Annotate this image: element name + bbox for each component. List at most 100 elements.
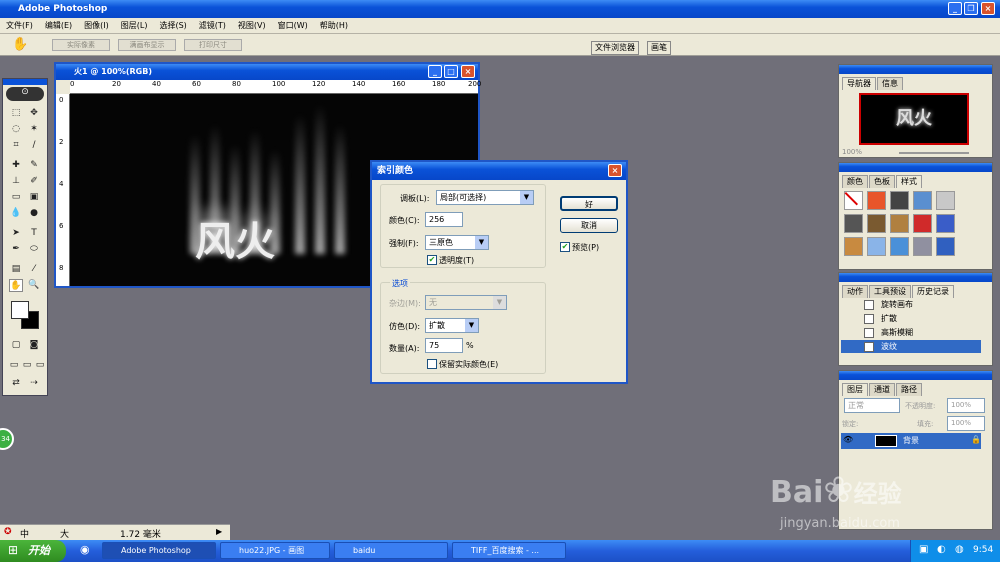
imageready-icon[interactable]: ⇄ xyxy=(9,377,23,390)
doc-close-button[interactable]: × xyxy=(461,65,475,78)
style-swatch[interactable] xyxy=(867,237,886,256)
doc-minimize-button[interactable]: _ xyxy=(428,65,442,78)
transparency-checkbox[interactable]: ✔ xyxy=(427,255,437,265)
status-arrow-icon[interactable]: ▶ xyxy=(216,527,222,536)
path-select-icon[interactable]: ➤ xyxy=(9,227,23,240)
tab-actions[interactable]: 动作 xyxy=(842,285,868,298)
style-swatch[interactable] xyxy=(890,214,909,233)
style-swatch[interactable] xyxy=(844,214,863,233)
history-item[interactable]: 旋转画布 xyxy=(841,298,981,311)
type-tool-icon[interactable]: T xyxy=(27,227,41,240)
tab-layers[interactable]: 图层 xyxy=(842,383,868,396)
style-swatch[interactable] xyxy=(913,237,932,256)
tray-icon[interactable]: ▣ xyxy=(919,544,928,555)
tray-icon[interactable]: ◍ xyxy=(955,544,964,555)
ime-size[interactable]: 大 xyxy=(60,527,69,540)
eyedropper-icon[interactable]: ⁄ xyxy=(27,263,41,276)
style-swatch[interactable] xyxy=(936,191,955,210)
tab-info[interactable]: 信息 xyxy=(877,77,903,90)
panel-grip[interactable] xyxy=(839,65,992,74)
dither-select[interactable]: 扩散 ▼ xyxy=(425,318,479,333)
actual-pixels-button[interactable]: 实际像素 xyxy=(52,39,110,51)
style-swatch[interactable] xyxy=(890,191,909,210)
dodge-tool-icon[interactable]: ● xyxy=(27,207,41,220)
marquee-tool-icon[interactable]: ⬚ xyxy=(9,107,23,120)
ime-mode[interactable]: 中 xyxy=(20,527,29,540)
fit-screen-button[interactable]: 满画布显示 xyxy=(118,39,176,51)
restore-button[interactable]: ❐ xyxy=(964,2,978,15)
hand-tool-icon-box[interactable]: ✋ xyxy=(9,279,23,292)
matte-select[interactable]: 无 ▼ xyxy=(425,295,507,310)
style-swatch[interactable] xyxy=(867,214,886,233)
file-browser-tab[interactable]: 文件浏览器 xyxy=(591,41,639,55)
tab-navigator[interactable]: 导航器 xyxy=(842,77,876,90)
jump-icon[interactable]: ⇢ xyxy=(27,377,41,390)
tab-paths[interactable]: 路径 xyxy=(896,383,922,396)
opacity-input[interactable]: 100% xyxy=(947,398,985,413)
menu-view[interactable]: 视图(V) xyxy=(232,18,272,34)
stamp-tool-icon[interactable]: ⊥ xyxy=(9,175,23,188)
history-brush-icon[interactable]: ✐ xyxy=(27,175,41,188)
style-swatch[interactable] xyxy=(936,237,955,256)
style-swatch[interactable] xyxy=(867,191,886,210)
standard-mode-icon[interactable]: ▢ xyxy=(9,339,23,352)
task-folder[interactable]: baidu xyxy=(334,542,448,559)
panel-grip[interactable] xyxy=(839,273,992,282)
eraser-tool-icon[interactable]: ▭ xyxy=(9,191,23,204)
colors-input[interactable]: 256 xyxy=(425,212,463,227)
ok-button[interactable]: 好 xyxy=(560,196,618,211)
preview-checkbox[interactable]: ✔ xyxy=(560,242,570,252)
menu-edit[interactable]: 编辑(E) xyxy=(39,18,78,34)
menu-layer[interactable]: 图层(L) xyxy=(115,18,154,34)
style-swatch[interactable] xyxy=(913,214,932,233)
eye-icon[interactable]: 👁 xyxy=(843,435,853,444)
dialog-close-button[interactable]: × xyxy=(608,164,622,177)
shape-tool-icon[interactable]: ⬭ xyxy=(27,243,41,256)
clock[interactable]: 9:54 xyxy=(973,545,993,555)
brush-tool-icon[interactable]: ✎ xyxy=(27,159,41,172)
pen-tool-icon[interactable]: ✒ xyxy=(9,243,23,256)
menu-filter[interactable]: 滤镜(T) xyxy=(193,18,232,34)
panel-grip[interactable] xyxy=(839,163,992,172)
cancel-button[interactable]: 取消 xyxy=(560,218,618,233)
history-item[interactable]: 扩散 xyxy=(841,312,981,325)
preserve-colors-checkbox[interactable] xyxy=(427,359,437,369)
badge[interactable]: 34 xyxy=(0,428,14,450)
blur-tool-icon[interactable]: 💧 xyxy=(9,207,23,220)
menu-file[interactable]: 文件(F) xyxy=(0,18,39,34)
crop-tool-icon[interactable]: ⌗ xyxy=(9,139,23,152)
panel-grip[interactable] xyxy=(839,371,992,380)
style-swatch[interactable] xyxy=(890,237,909,256)
lasso-tool-icon[interactable]: ◌ xyxy=(9,123,23,136)
tab-tool-presets[interactable]: 工具预设 xyxy=(869,285,911,298)
document-titlebar[interactable]: 火1 @ 100%(RGB) _ □ × xyxy=(56,64,478,80)
notes-tool-icon[interactable]: ▤ xyxy=(9,263,23,276)
tab-channels[interactable]: 通道 xyxy=(869,383,895,396)
navigator-thumbnail[interactable]: 风火 xyxy=(859,93,969,145)
healing-brush-icon[interactable]: ✚ xyxy=(9,159,23,172)
blend-mode-select[interactable]: 正常 xyxy=(844,398,900,413)
menu-select[interactable]: 选择(S) xyxy=(153,18,192,34)
forced-select[interactable]: 三原色 ▼ xyxy=(425,235,489,250)
ime-icon[interactable]: ✪ xyxy=(4,527,12,537)
fill-input[interactable]: 100% xyxy=(947,416,985,431)
history-item[interactable]: 高斯模糊 xyxy=(841,326,981,339)
doc-maximize-button[interactable]: □ xyxy=(444,65,458,78)
tray-icon[interactable]: ◐ xyxy=(937,544,946,555)
style-swatch[interactable] xyxy=(913,191,932,210)
zoom-tool-icon[interactable]: 🔍 xyxy=(27,279,41,292)
dialog-titlebar[interactable]: 索引颜色 × xyxy=(372,162,626,180)
task-paint[interactable]: huo22.JPG - 画图 xyxy=(220,542,330,559)
task-browser[interactable]: TIFF_百度搜索 - ... xyxy=(452,542,566,559)
menu-image[interactable]: 图像(I) xyxy=(78,18,115,34)
history-item-selected[interactable]: 波纹 xyxy=(841,340,981,353)
navigator-zoom[interactable]: 100% xyxy=(842,148,862,156)
minimize-button[interactable]: _ xyxy=(948,2,962,15)
gradient-tool-icon[interactable]: ▣ xyxy=(27,191,41,204)
tab-styles[interactable]: 样式 xyxy=(896,175,922,188)
style-swatch[interactable] xyxy=(936,214,955,233)
toolbox-grip[interactable] xyxy=(3,79,47,85)
menu-help[interactable]: 帮助(H) xyxy=(314,18,354,34)
tab-color[interactable]: 颜色 xyxy=(842,175,868,188)
task-photoshop[interactable]: Adobe Photoshop xyxy=(102,542,216,559)
